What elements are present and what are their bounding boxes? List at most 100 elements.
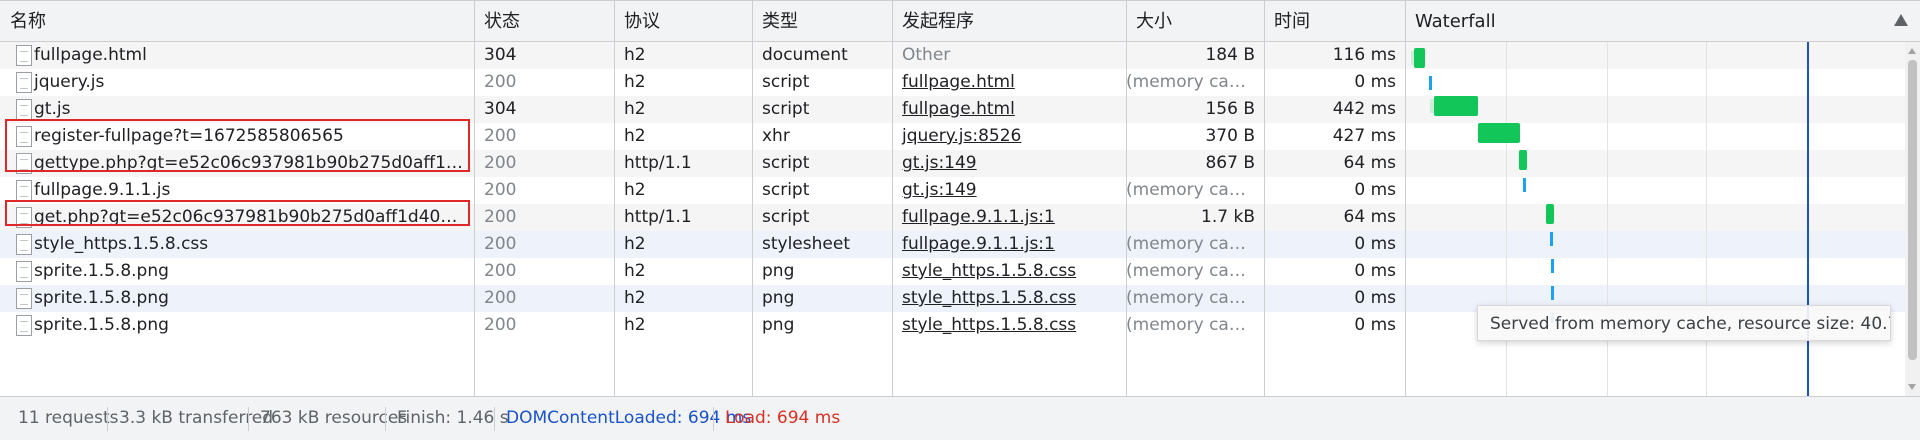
cell-size: 370 B — [1205, 126, 1255, 146]
cell-type: stylesheet — [762, 234, 850, 254]
table-row[interactable]: sprite.1.5.8.png 200 h2 png style_https.1.5.… — [0, 258, 1905, 285]
load-time: Load: 694 ms — [725, 408, 841, 428]
waterfall-gridline — [1706, 42, 1707, 396]
cell-status: 200 — [484, 207, 517, 227]
cell-time: 0 ms — [1354, 288, 1396, 308]
cell-size: (memory cache) — [1126, 315, 1264, 335]
cell-type: script — [762, 153, 810, 173]
waterfall-bar[interactable] — [1546, 204, 1554, 224]
cell-protocol: h2 — [624, 45, 646, 65]
cell-protocol: h2 — [624, 288, 646, 308]
status-divider — [107, 407, 108, 431]
column-header-protocol[interactable]: 协议 — [614, 1, 752, 42]
table-row[interactable]: jquery.js 200 h2 script fullpage.html (memory… — [0, 69, 1905, 96]
cell-initiator[interactable]: fullpage.html — [892, 96, 1126, 123]
waterfall-cache-tick[interactable] — [1550, 232, 1553, 246]
column-header-initiator[interactable]: 发起程序 — [892, 1, 1126, 42]
waterfall-bar[interactable] — [1434, 96, 1478, 116]
cell-size: 867 B — [1205, 153, 1255, 173]
cell-time: 64 ms — [1343, 153, 1396, 173]
waterfall-cache-tick[interactable] — [1429, 76, 1432, 90]
waterfall-cache-tick[interactable] — [1551, 286, 1554, 300]
waterfall-bar[interactable] — [1478, 123, 1520, 143]
waterfall-gridline — [1506, 42, 1507, 396]
cell-initiator[interactable]: style_https.1.5.8.css — [892, 258, 1126, 285]
request-count: 11 requests — [18, 408, 119, 428]
waterfall-cache-tick[interactable] — [1551, 259, 1554, 273]
cell-protocol: h2 — [624, 99, 646, 119]
cell-time: 442 ms — [1332, 99, 1396, 119]
waterfall-cache-tick[interactable] — [1523, 178, 1526, 192]
cell-time: 116 ms — [1332, 45, 1396, 65]
cell-initiator[interactable]: style_https.1.5.8.css — [892, 312, 1126, 339]
cell-initiator[interactable]: gt.js:149 — [892, 150, 1126, 177]
cell-name: fullpage.html — [34, 45, 147, 65]
column-header-type[interactable]: 类型 — [752, 1, 892, 42]
waterfall-gridline — [1607, 42, 1608, 396]
cell-status: 200 — [484, 72, 517, 92]
cell-status: 200 — [484, 261, 517, 281]
cell-protocol: h2 — [624, 315, 646, 335]
cell-status: 200 — [484, 288, 517, 308]
cell-type: png — [762, 315, 795, 335]
cell-protocol: h2 — [624, 180, 646, 200]
vertical-scrollbar[interactable] — [1905, 42, 1920, 396]
column-divider[interactable] — [1264, 0, 1265, 396]
cell-size: (memory cache) — [1126, 288, 1264, 308]
cell-status: 200 — [484, 234, 517, 254]
cell-name: sprite.1.5.8.png — [34, 315, 169, 335]
cell-initiator[interactable]: gt.js:149 — [892, 177, 1126, 204]
cell-name: sprite.1.5.8.png — [34, 288, 169, 308]
column-header-waterfall[interactable]: Waterfall — [1405, 1, 1885, 42]
column-divider[interactable] — [892, 0, 893, 396]
cell-status: 200 — [484, 126, 517, 146]
scrollbar-thumb[interactable] — [1908, 60, 1917, 360]
column-divider[interactable] — [474, 0, 475, 396]
cell-size: (memory cache) — [1126, 234, 1264, 254]
scroll-up-arrow-icon[interactable] — [1908, 48, 1916, 54]
cell-initiator[interactable]: fullpage.9.1.1.js:1 — [892, 204, 1126, 231]
cell-status: 200 — [484, 315, 517, 335]
highlight-box — [5, 200, 470, 226]
cell-type: document — [762, 45, 848, 65]
network-panel: 名称 状态 协议 类型 发起程序 大小 时间 Waterfall fullpag… — [0, 0, 1920, 440]
cell-type: png — [762, 288, 795, 308]
scroll-down-arrow-icon[interactable] — [1908, 384, 1916, 390]
cell-protocol: http/1.1 — [624, 207, 692, 227]
status-divider — [494, 407, 495, 431]
column-divider[interactable] — [1126, 0, 1127, 396]
status-bar: 11 requests 3.3 kB transferred 763 kB re… — [0, 396, 1920, 440]
column-divider[interactable] — [752, 0, 753, 396]
cell-size: 1.7 kB — [1201, 207, 1255, 227]
column-header-size[interactable]: 大小 — [1126, 1, 1264, 42]
column-header-status[interactable]: 状态 — [474, 1, 614, 42]
table-row[interactable]: style_https.1.5.8.css 200 h2 stylesheet full… — [0, 231, 1905, 258]
table-row[interactable]: fullpage.html 304 h2 document Other 184 B 116 … — [0, 42, 1905, 69]
column-header-time[interactable]: 时间 — [1264, 1, 1405, 42]
waterfall-bar[interactable] — [1519, 150, 1527, 170]
waterfall-bar[interactable] — [1414, 48, 1425, 68]
cell-name: jquery.js — [34, 72, 105, 92]
cell-status: 200 — [484, 180, 517, 200]
column-header-name[interactable]: 名称 — [0, 1, 474, 42]
cell-initiator[interactable]: fullpage.html — [892, 69, 1126, 96]
cell-status: 200 — [484, 153, 517, 173]
cell-type: png — [762, 261, 795, 281]
cell-protocol: h2 — [624, 72, 646, 92]
cell-time: 0 ms — [1354, 180, 1396, 200]
cell-initiator[interactable]: jquery.js:8526 — [892, 123, 1126, 150]
sort-ascending-icon[interactable] — [1894, 14, 1908, 26]
column-divider[interactable] — [1405, 0, 1406, 396]
cell-initiator[interactable]: fullpage.9.1.1.js:1 — [892, 231, 1126, 258]
cell-time: 0 ms — [1354, 234, 1396, 254]
cell-type: script — [762, 99, 810, 119]
cell-size: 184 B — [1205, 45, 1255, 65]
cell-initiator[interactable]: style_https.1.5.8.css — [892, 285, 1126, 312]
cell-size: (memory cache) — [1126, 261, 1264, 281]
cell-time: 0 ms — [1354, 72, 1396, 92]
column-divider[interactable] — [614, 0, 615, 396]
cell-time: 0 ms — [1354, 315, 1396, 335]
finish-time: Finish: 1.46 s — [397, 408, 509, 428]
cell-time: 0 ms — [1354, 261, 1396, 281]
cell-protocol: http/1.1 — [624, 153, 692, 173]
